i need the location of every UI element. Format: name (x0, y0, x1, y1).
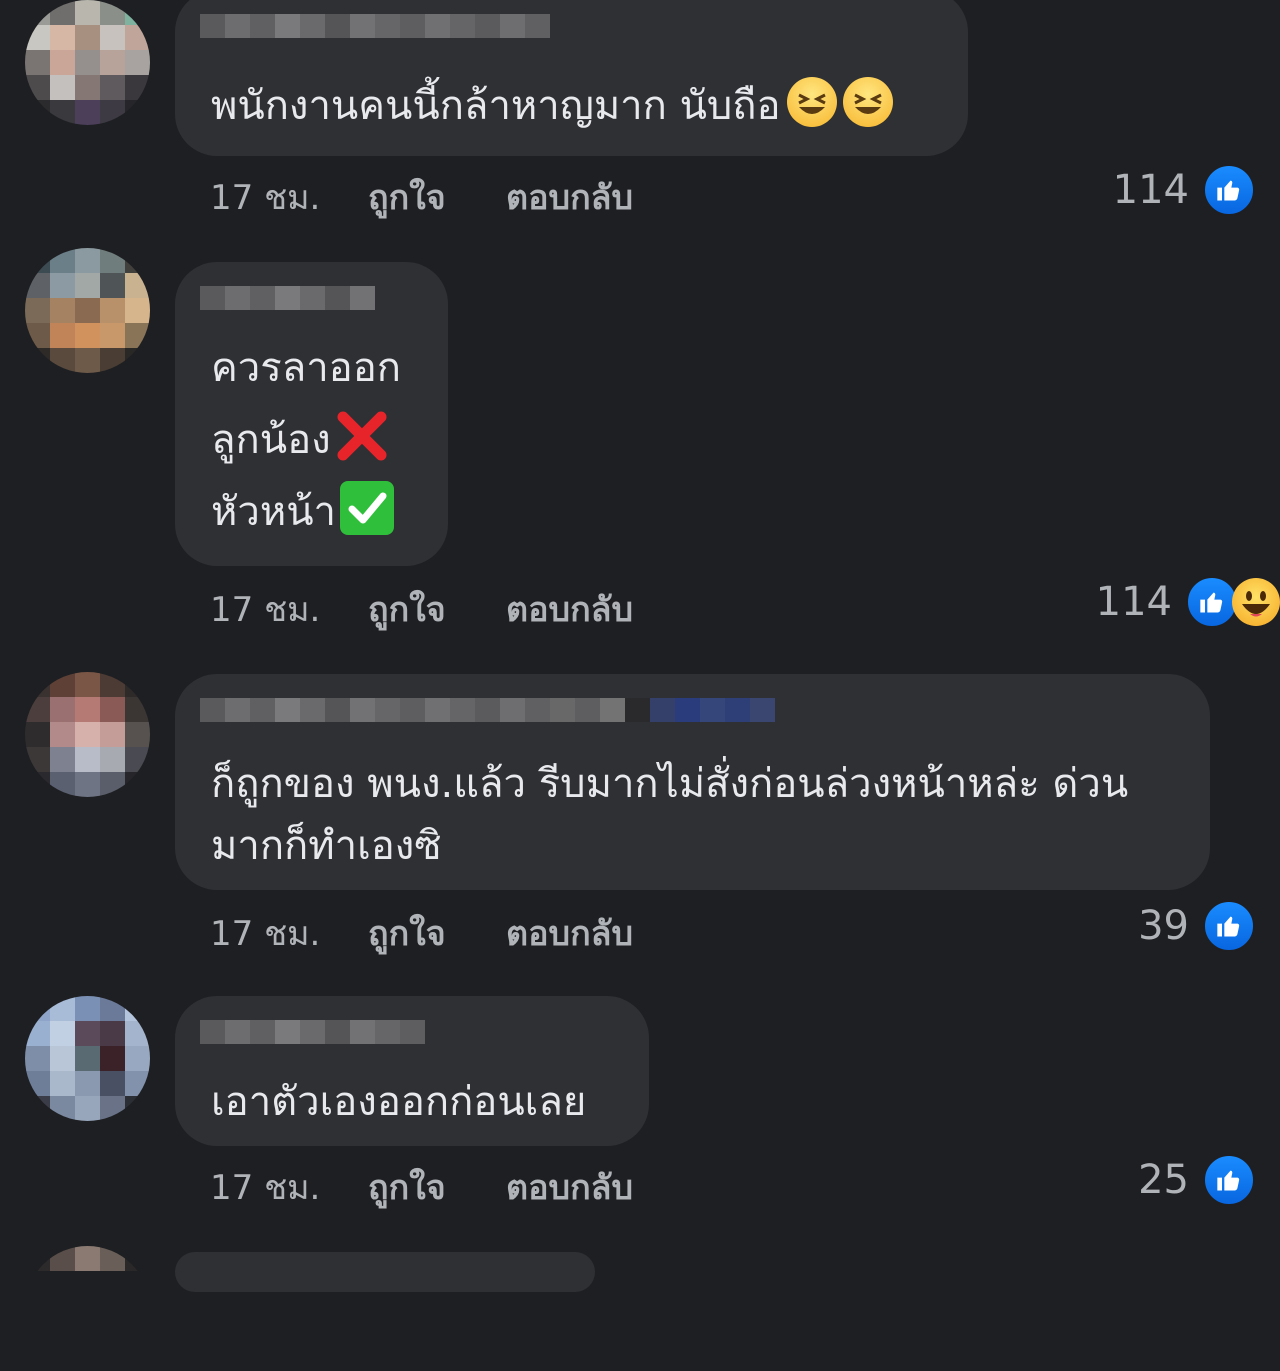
timestamp[interactable]: 17 ชม. (210, 906, 368, 960)
comment-text: พนักงานคนนี้กล้าหาญมาก นับถือ (211, 74, 893, 138)
comment-text-line: ก็ถูกของ พนง.แล้ว รีบมากไม่สั่งก่อนล่วงห… (211, 761, 1129, 807)
like-button[interactable]: ถูกใจ (368, 582, 506, 636)
avatar[interactable] (25, 672, 150, 797)
comment-bubble (175, 1252, 595, 1292)
like-button[interactable]: ถูกใจ (368, 170, 506, 224)
avatar[interactable] (25, 996, 150, 1121)
thumbs-up-icon (1203, 900, 1255, 952)
timestamp[interactable]: 17 ชม. (210, 170, 368, 224)
author-name-redacted[interactable] (200, 698, 775, 722)
avatar[interactable] (25, 248, 150, 373)
comment-text-line: มากก็ทำเองซิ (211, 823, 442, 869)
thumbs-up-icon (1203, 164, 1255, 216)
author-name-redacted[interactable] (200, 286, 375, 310)
check-mark-button-icon (340, 481, 394, 535)
comment-text: เอาตัวเองออกก่อนเลย (211, 1079, 587, 1125)
reaction-summary[interactable]: 25 (1138, 1154, 1255, 1206)
timestamp[interactable]: 17 ชม. (210, 582, 368, 636)
comment-bubble: ก็ถูกของ พนง.แล้ว รีบมากไม่สั่งก่อนล่วงห… (175, 674, 1210, 890)
reaction-count: 114 (1095, 579, 1172, 625)
reaction-count: 39 (1138, 903, 1189, 949)
grinning-squinting-face-icon (786, 77, 837, 127)
grinning-squinting-face-icon (842, 77, 893, 127)
reaction-summary[interactable]: 114 (1113, 164, 1255, 216)
reply-button[interactable]: ตอบกลับ (506, 582, 633, 636)
reaction-summary[interactable]: 39 (1138, 900, 1255, 952)
avatar[interactable] (25, 1246, 150, 1371)
reaction-count: 114 (1112, 167, 1189, 213)
reaction-count: 25 (1138, 1157, 1189, 1203)
reply-button[interactable]: ตอบกลับ (506, 170, 633, 224)
haha-icon (1232, 578, 1280, 626)
comment-bubble: เอาตัวเองออกก่อนเลย (175, 996, 649, 1146)
comment-meta: 17 ชม. ถูกใจ ตอบกลับ (210, 1160, 633, 1214)
thumbs-up-icon (1203, 1154, 1255, 1206)
comment-meta: 17 ชม. ถูกใจ ตอบกลับ (210, 906, 633, 960)
comment-text-line: ลูกน้อง (211, 408, 389, 472)
cross-mark-icon (335, 409, 389, 463)
thumbs-up-icon (1186, 576, 1238, 628)
comment-meta: 17 ชม. ถูกใจ ตอบกลับ (210, 170, 633, 224)
comment-text-line: หัวหน้า (211, 480, 394, 544)
reply-button[interactable]: ตอบกลับ (506, 906, 633, 960)
author-name-redacted[interactable] (200, 14, 550, 38)
comment-bubble: พนักงานคนนี้กล้าหาญมาก นับถือ (175, 0, 968, 156)
comment-bubble: ควรลาออก ลูกน้อง หัวหน้า (175, 262, 448, 566)
reply-button[interactable]: ตอบกลับ (506, 1160, 633, 1214)
comment-meta: 17 ชม. ถูกใจ ตอบกลับ (210, 582, 633, 636)
comment-text-line: ควรลาออก (211, 345, 401, 391)
reaction-summary[interactable]: 114 (1096, 576, 1280, 628)
like-button[interactable]: ถูกใจ (368, 906, 506, 960)
timestamp[interactable]: 17 ชม. (210, 1160, 368, 1214)
like-button[interactable]: ถูกใจ (368, 1160, 506, 1214)
author-name-redacted[interactable] (200, 1020, 425, 1044)
avatar[interactable] (25, 0, 150, 125)
